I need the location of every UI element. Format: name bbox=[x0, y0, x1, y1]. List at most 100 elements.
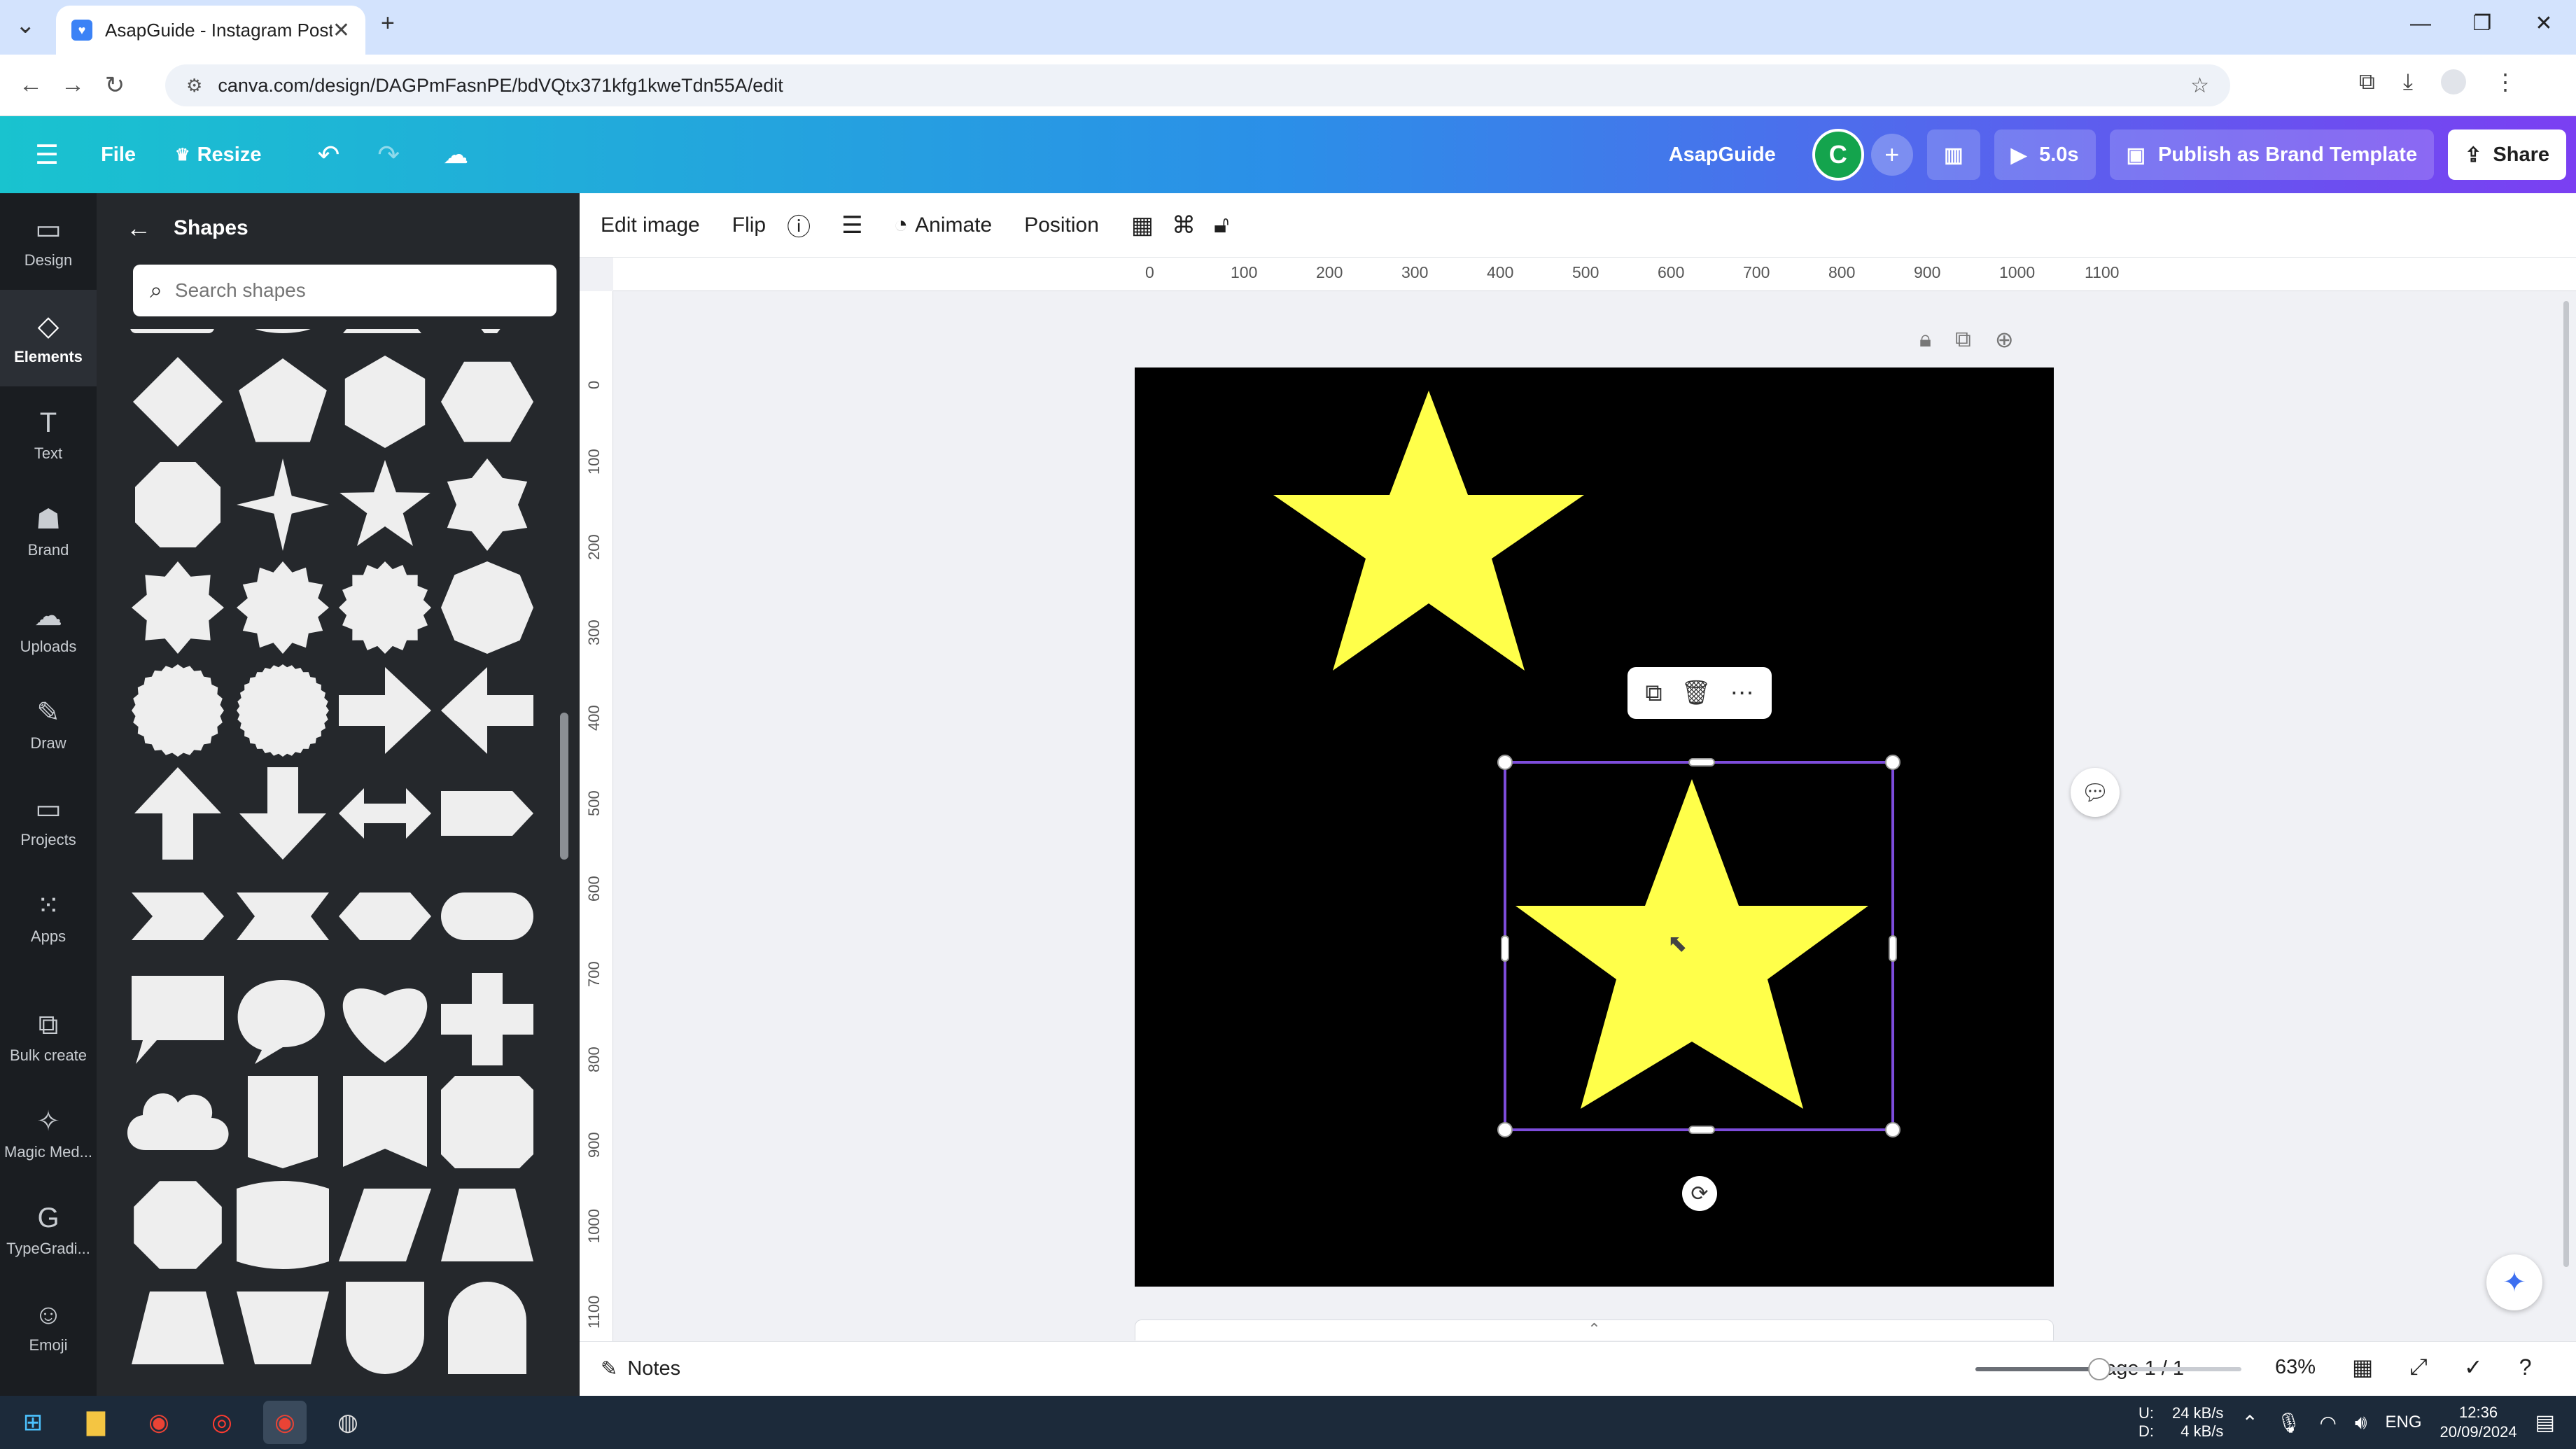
lock-icon[interactable]: 🔓︎ bbox=[1214, 211, 1229, 239]
cloud-save-icon[interactable]: ☁ bbox=[443, 140, 468, 169]
shape-tag-down[interactable] bbox=[248, 1076, 318, 1168]
shape-octagon[interactable] bbox=[135, 462, 220, 547]
address-bar[interactable]: ⚙ canva.com/design/DAGPmFasnPE/bdVQtx371… bbox=[165, 64, 2230, 106]
play-presentation-button[interactable]: ▶ 5.0s bbox=[1994, 130, 2096, 180]
search-shapes-field[interactable]: ⌕ bbox=[133, 265, 556, 316]
resize-handle-se[interactable] bbox=[1885, 1122, 1900, 1138]
panel-scrollbar[interactable] bbox=[559, 321, 570, 1392]
app-icon[interactable]: ◍ bbox=[326, 1401, 370, 1444]
shape-cross[interactable] bbox=[441, 973, 533, 1065]
shape-arrow-down[interactable] bbox=[239, 767, 326, 860]
shape-chevron[interactable] bbox=[132, 892, 224, 940]
tray-expand-icon[interactable]: ⌃ bbox=[2241, 1411, 2258, 1434]
shape-star-5[interactable] bbox=[340, 460, 430, 546]
shape-scallop-circle-fine[interactable] bbox=[237, 664, 329, 757]
rail-item-uploads[interactable]: ☁ Uploads bbox=[0, 580, 97, 676]
shape-shield[interactable] bbox=[346, 1282, 424, 1374]
shape-octagon-rotated[interactable] bbox=[441, 561, 533, 654]
edit-image-button[interactable]: Edit image bbox=[601, 214, 700, 237]
resize-handle-e[interactable] bbox=[1889, 935, 1897, 962]
rail-item-draw[interactable]: ✎ Draw bbox=[0, 676, 97, 773]
back-icon[interactable]: ← bbox=[10, 71, 52, 99]
transparency-icon[interactable]: ▦ bbox=[1131, 211, 1154, 239]
chrome-icon[interactable]: ◉ bbox=[137, 1401, 181, 1444]
clock[interactable]: 12:36 20/09/2024 bbox=[2440, 1403, 2517, 1442]
undo-icon[interactable]: ↶ bbox=[317, 139, 340, 171]
resize-handle-n[interactable] bbox=[1688, 758, 1715, 766]
grid-view-icon[interactable]: ▦ bbox=[2352, 1354, 2373, 1380]
file-menu[interactable]: File bbox=[101, 144, 136, 167]
close-tab-icon[interactable]: ✕ bbox=[332, 18, 350, 43]
shape-arrow-double[interactable] bbox=[339, 788, 431, 839]
canvas-scrollbar[interactable] bbox=[2563, 301, 2569, 1267]
close-window-icon[interactable]: ✕ bbox=[2513, 11, 2575, 36]
border-style-icon[interactable]: ☰ bbox=[841, 211, 862, 239]
shape-partial-circle[interactable] bbox=[241, 329, 325, 333]
tab-search-icon[interactable]: ⌄ bbox=[15, 11, 36, 39]
check-icon[interactable]: ✓ bbox=[2464, 1354, 2483, 1380]
publish-brand-template-button[interactable]: ▣ Publish as Brand Template bbox=[2109, 130, 2435, 180]
fullscreen-icon[interactable]: ⤢ bbox=[2409, 1354, 2428, 1380]
selection-frame[interactable]: ⬉ bbox=[1497, 755, 1900, 1138]
browser-tab-active[interactable]: ♥ AsapGuide - Instagram Post ✕ bbox=[56, 6, 365, 55]
shape-parallelogram[interactable] bbox=[339, 1189, 431, 1261]
duplicate-icon[interactable]: ⧉ bbox=[1645, 680, 1662, 707]
language-indicator[interactable]: ENG bbox=[2386, 1413, 2422, 1432]
shape-banner[interactable] bbox=[343, 1076, 427, 1167]
chrome-active-icon[interactable]: ◉ bbox=[263, 1401, 307, 1444]
more-options-icon[interactable]: ⋯ bbox=[1730, 679, 1754, 707]
copy-style-icon[interactable]: ⌘ bbox=[1172, 211, 1196, 239]
rail-item-elements[interactable]: ◇ Elements bbox=[0, 290, 97, 386]
shape-burst-16[interactable] bbox=[339, 561, 431, 654]
page-lock-icon[interactable]: 🔒︎ bbox=[1919, 326, 1931, 353]
add-comment-icon[interactable]: 💬︎ bbox=[2071, 768, 2120, 817]
redo-icon[interactable]: ↷ bbox=[377, 139, 400, 171]
add-collaborator-icon[interactable]: + bbox=[1870, 134, 1913, 176]
zoom-slider-thumb[interactable] bbox=[2088, 1358, 2110, 1380]
minimize-icon[interactable]: — bbox=[2390, 12, 2451, 36]
shape-pentagon-arrow[interactable] bbox=[441, 791, 533, 836]
resize-handle-sw[interactable] bbox=[1497, 1122, 1513, 1138]
back-arrow-icon[interactable]: ← bbox=[126, 214, 151, 243]
search-input[interactable] bbox=[174, 279, 540, 302]
shape-partial-rect[interactable] bbox=[130, 329, 214, 333]
insights-icon[interactable]: ▥ bbox=[1926, 130, 1980, 180]
shape-burst-12[interactable] bbox=[237, 561, 329, 654]
rail-item-projects[interactable]: ▭ Projects bbox=[0, 773, 97, 869]
resize-handle-s[interactable] bbox=[1688, 1126, 1715, 1134]
page-duplicate-icon[interactable]: ⧉ bbox=[1955, 326, 1971, 353]
resize-button[interactable]: Resize bbox=[197, 144, 262, 167]
shape-diamond[interactable] bbox=[133, 357, 223, 447]
rail-item-design[interactable]: ▭ Design bbox=[0, 193, 97, 290]
forward-icon[interactable]: → bbox=[52, 71, 94, 99]
notifications-icon[interactable]: ▤ bbox=[2535, 1410, 2555, 1435]
shape-burst-8[interactable] bbox=[132, 561, 224, 654]
browser-menu-icon[interactable]: ⋮ bbox=[2494, 69, 2516, 95]
shape-speech-round[interactable] bbox=[237, 980, 325, 1064]
shape-speech-square[interactable] bbox=[132, 976, 224, 1064]
shape-arrow-left[interactable] bbox=[441, 667, 533, 754]
shape-hexagon[interactable] bbox=[441, 361, 533, 442]
page-strip-toggle[interactable]: ⌃ bbox=[1135, 1320, 2054, 1340]
new-tab-button[interactable]: + bbox=[381, 10, 395, 37]
shape-ribbon-band[interactable] bbox=[237, 892, 329, 940]
shape-partial-triangle[interactable] bbox=[343, 329, 421, 333]
animate-button[interactable]: Animate bbox=[915, 214, 992, 237]
shape-pill[interactable] bbox=[441, 892, 533, 940]
rail-item-bulk-create[interactable]: ⧉ Bulk create bbox=[0, 988, 97, 1085]
delete-icon[interactable]: 🗑︎ bbox=[1681, 679, 1712, 707]
shape-scallop-circle[interactable] bbox=[132, 664, 224, 757]
shape-partial-triangle-down[interactable] bbox=[470, 329, 511, 333]
shape-hexagon-long[interactable] bbox=[339, 892, 431, 940]
shape-arch[interactable] bbox=[448, 1282, 526, 1374]
extensions-icon[interactable]: ⧉ bbox=[2359, 69, 2375, 95]
rail-item-apps[interactable]: ⁙ Apps bbox=[0, 869, 97, 966]
zoom-percentage[interactable]: 63% bbox=[2275, 1356, 2316, 1379]
volume-icon[interactable]: 🔊︎ bbox=[2355, 1411, 2367, 1434]
notes-button[interactable]: Notes bbox=[627, 1357, 680, 1380]
star-shape-top[interactable] bbox=[1273, 391, 1584, 671]
shape-trapezoid-wide[interactable] bbox=[132, 1292, 224, 1364]
bookmark-star-icon[interactable]: ☆ bbox=[2190, 74, 2209, 98]
shape-trapezoid[interactable] bbox=[441, 1189, 533, 1261]
file-explorer-icon[interactable]: ▇ bbox=[74, 1401, 118, 1444]
